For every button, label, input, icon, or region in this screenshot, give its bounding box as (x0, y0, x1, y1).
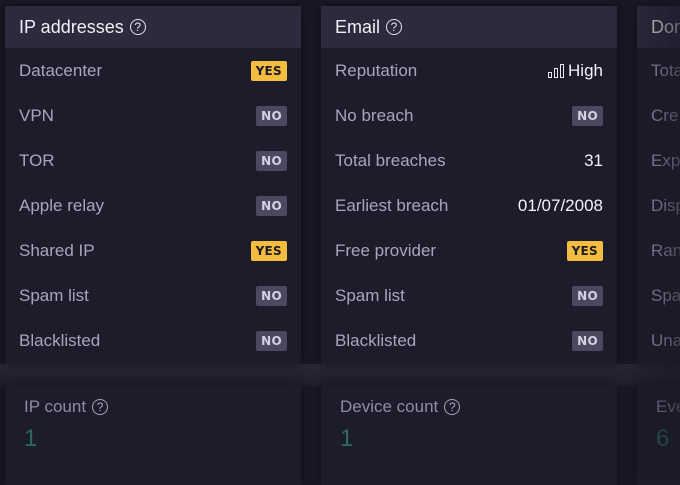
row-domain: Disp (637, 183, 680, 228)
status-badge: NO (256, 195, 287, 216)
row-free-provider: Free provider YES (321, 228, 617, 273)
help-icon[interactable]: ? (129, 19, 146, 35)
row-label: No breach (335, 105, 414, 125)
row-label: Total breaches (335, 150, 446, 170)
help-icon[interactable]: ? (386, 19, 403, 35)
row-label: Datacenter (19, 60, 103, 80)
row-vpn: VPN NO (5, 93, 301, 138)
row-label: Tota (651, 60, 680, 80)
ip-addresses-header: IP addresses ? (5, 6, 301, 48)
domain-card: Dom Tota Cre Exp Disp Ran Spa Una (637, 6, 680, 364)
device-count-tile: Device count ? 1 (321, 385, 617, 485)
ip-count-tile: IP count ? 1 (5, 385, 301, 485)
row-spam-list: Spam list NO (321, 273, 617, 318)
row-label: Una (651, 330, 680, 350)
row-spam-list: Spam list NO (5, 273, 301, 318)
section-divider (0, 364, 680, 386)
row-label: Apple relay (19, 195, 105, 215)
row-label: Spam list (335, 285, 405, 305)
stat-value: 6 (656, 425, 670, 452)
status-badge: YES (250, 240, 287, 261)
row-domain: Spa (637, 273, 680, 318)
total-breaches-value: 31 (584, 150, 603, 170)
row-label: Reputation (335, 60, 418, 80)
reputation-value: High (548, 61, 603, 81)
row-label: TOR (19, 150, 55, 170)
stat-label: Eve (656, 397, 680, 417)
card-title: IP addresses (19, 16, 124, 37)
reputation-text: High (568, 60, 603, 80)
status-badge: NO (572, 285, 603, 306)
row-label: Earliest breach (335, 195, 449, 215)
row-label: VPN (19, 105, 54, 125)
row-no-breach: No breach NO (321, 93, 617, 138)
status-badge: NO (256, 105, 287, 126)
row-label: Ran (651, 240, 680, 260)
email-card: Email ? Reputation High No breach NO Tot… (321, 6, 617, 364)
row-domain: Exp (637, 138, 680, 183)
help-icon[interactable]: ? (92, 399, 109, 415)
ip-addresses-card: IP addresses ? Datacenter YES VPN NO TOR… (5, 6, 301, 364)
domain-header: Dom (637, 6, 680, 48)
row-label: Free provider (335, 240, 437, 260)
status-badge: NO (572, 105, 603, 126)
row-blacklisted: Blacklisted NO (321, 318, 617, 363)
stat-label-text: Eve (656, 397, 680, 416)
status-badge: YES (250, 60, 287, 81)
stat-label: IP count ? (24, 397, 109, 417)
row-domain: Ran (637, 228, 680, 273)
card-title: Dom (651, 16, 680, 37)
row-label: Blacklisted (19, 330, 101, 350)
stat-label-text: IP count (24, 397, 87, 416)
stat-value: 1 (24, 425, 38, 452)
row-domain: Cre (637, 93, 680, 138)
row-domain: Tota (637, 48, 680, 93)
status-badge: NO (256, 330, 287, 351)
row-domain: Una (637, 318, 680, 363)
row-tor: TOR NO (5, 138, 301, 183)
stat-label: Device count ? (340, 397, 461, 417)
row-label: Blacklisted (335, 330, 417, 350)
row-label: Cre (651, 105, 679, 125)
row-total-breaches: Total breaches 31 (321, 138, 617, 183)
events-tile: Eve 6 (637, 385, 680, 485)
email-header: Email ? (321, 6, 617, 48)
row-label: Spa (651, 285, 680, 305)
status-badge: YES (566, 240, 603, 261)
row-label: Spam list (19, 285, 89, 305)
status-badge: NO (256, 150, 287, 171)
row-blacklisted: Blacklisted NO (5, 318, 301, 363)
row-shared-ip: Shared IP YES (5, 228, 301, 273)
status-badge: NO (256, 285, 287, 306)
row-label: Disp (651, 195, 680, 215)
earliest-breach-value: 01/07/2008 (517, 195, 603, 215)
status-badge: NO (572, 330, 603, 351)
row-earliest-breach: Earliest breach 01/07/2008 (321, 183, 617, 228)
row-reputation: Reputation High (321, 48, 617, 93)
stat-label-text: Device count (340, 397, 439, 416)
row-apple-relay: Apple relay NO (5, 183, 301, 228)
card-title: Email (335, 16, 381, 37)
row-datacenter: Datacenter YES (5, 48, 301, 93)
row-label: Exp (651, 150, 680, 170)
stat-value: 1 (340, 425, 354, 452)
row-label: Shared IP (19, 240, 95, 260)
help-icon[interactable]: ? (444, 399, 461, 415)
signal-bars-icon (548, 63, 565, 78)
